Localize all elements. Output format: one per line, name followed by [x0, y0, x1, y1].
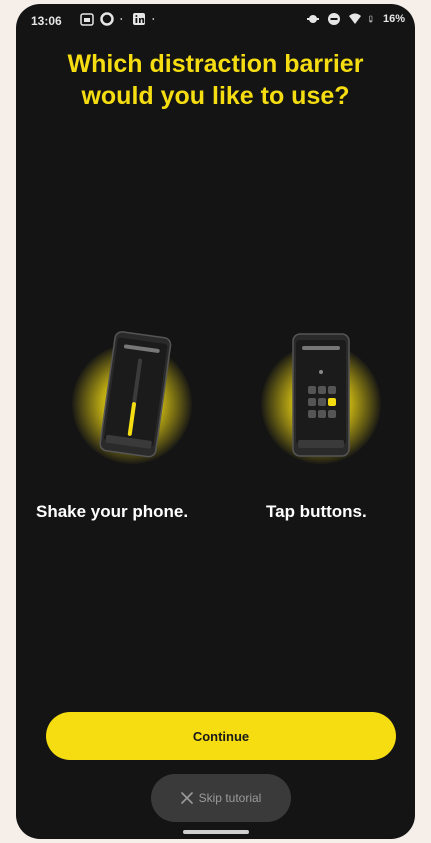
continue-button[interactable]: Continue — [46, 712, 396, 760]
phone-tap-illustration — [292, 333, 350, 457]
opera-icon — [100, 12, 114, 26]
status-time: 13:06 — [31, 14, 62, 28]
skip-tutorial-button[interactable]: Skip tutorial — [151, 774, 291, 822]
phone-shake-illustration — [99, 331, 172, 458]
shake-option[interactable] — [58, 324, 238, 484]
skip-tutorial-label: Skip tutorial — [198, 791, 262, 805]
system-icons: 16% — [306, 12, 405, 26]
notification-icons — [80, 12, 158, 26]
status-bar: 13:06 16% — [16, 4, 415, 38]
dot-icon — [120, 18, 123, 20]
shake-option-label: Shake your phone. — [36, 502, 189, 521]
battery-percentage: 16% — [382, 13, 405, 25]
battery-icon — [369, 15, 373, 23]
phone-screen: 13:06 16% Which distraction barrier woul… — [16, 4, 415, 839]
linkedin-icon — [133, 13, 145, 25]
data-saver-icon — [306, 15, 319, 23]
close-icon — [180, 792, 193, 804]
do-not-disturb-icon — [327, 13, 340, 25]
calendar-icon — [80, 13, 94, 26]
tap-option-label: Tap buttons. — [266, 502, 367, 521]
dot-icon — [152, 18, 155, 20]
home-indicator[interactable] — [183, 830, 249, 834]
page-title: Which distraction barrier would you like… — [67, 50, 364, 110]
wifi-icon — [348, 13, 361, 24]
tap-option[interactable] — [238, 324, 415, 484]
